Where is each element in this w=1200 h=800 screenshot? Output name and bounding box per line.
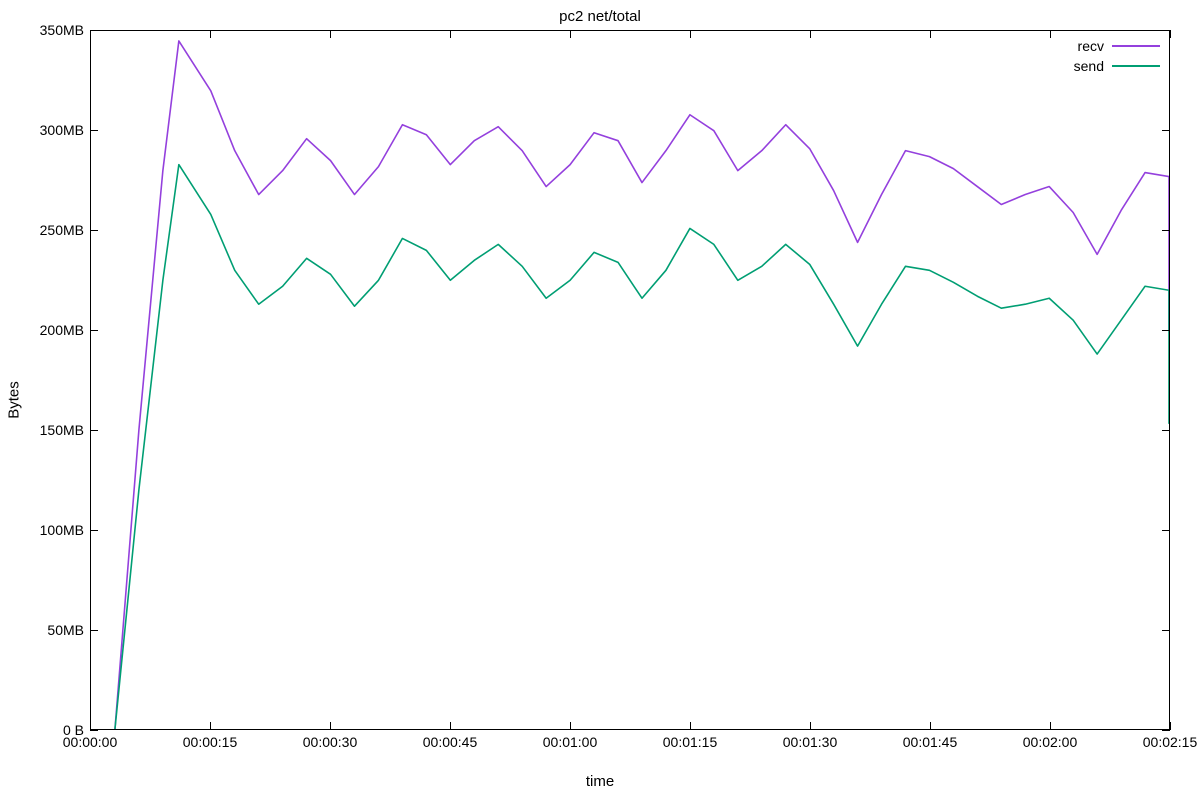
x-tick-mark bbox=[450, 722, 451, 730]
x-tick-mark bbox=[90, 722, 91, 730]
x-tick-label: 00:00:45 bbox=[423, 734, 478, 750]
x-tick-mark bbox=[450, 30, 451, 38]
y-tick-mark bbox=[90, 130, 98, 131]
legend-label-send: send bbox=[1074, 58, 1104, 74]
x-tick-mark bbox=[570, 722, 571, 730]
x-tick-label: 00:00:15 bbox=[183, 734, 238, 750]
chart-container: pc2 net/total Bytes time 0 B50MB100MB150… bbox=[0, 0, 1200, 800]
y-tick-mark bbox=[1162, 630, 1170, 631]
y-tick-mark bbox=[1162, 130, 1170, 131]
legend-swatch-send bbox=[1112, 65, 1160, 67]
x-tick-mark bbox=[930, 30, 931, 38]
y-tick-label: 250MB bbox=[0, 222, 84, 238]
x-tick-mark bbox=[810, 30, 811, 38]
x-tick-mark bbox=[90, 30, 91, 38]
y-tick-mark bbox=[90, 630, 98, 631]
x-tick-mark bbox=[570, 30, 571, 38]
x-tick-mark bbox=[810, 722, 811, 730]
y-tick-mark bbox=[90, 30, 98, 31]
y-tick-label: 300MB bbox=[0, 122, 84, 138]
chart-lines bbox=[91, 31, 1169, 729]
y-tick-mark bbox=[1162, 30, 1170, 31]
y-tick-mark bbox=[90, 330, 98, 331]
x-tick-mark bbox=[690, 722, 691, 730]
y-tick-label: 150MB bbox=[0, 422, 84, 438]
x-tick-mark bbox=[690, 30, 691, 38]
x-axis-label: time bbox=[586, 773, 614, 790]
x-tick-mark bbox=[1170, 30, 1171, 38]
legend-item-send: send bbox=[1074, 56, 1160, 76]
legend-label-recv: recv bbox=[1078, 38, 1104, 54]
plot-area bbox=[90, 30, 1170, 730]
y-tick-mark bbox=[1162, 330, 1170, 331]
y-tick-mark bbox=[90, 530, 98, 531]
y-tick-label: 200MB bbox=[0, 322, 84, 338]
x-tick-label: 00:02:00 bbox=[1023, 734, 1078, 750]
y-tick-mark bbox=[1162, 430, 1170, 431]
y-tick-mark bbox=[90, 230, 98, 231]
y-tick-mark bbox=[1162, 730, 1170, 731]
y-tick-mark bbox=[90, 730, 98, 731]
x-tick-mark bbox=[330, 722, 331, 730]
legend-swatch-recv bbox=[1112, 45, 1160, 47]
x-tick-label: 00:01:15 bbox=[663, 734, 718, 750]
x-tick-mark bbox=[210, 722, 211, 730]
x-tick-mark bbox=[1050, 30, 1051, 38]
x-tick-mark bbox=[1170, 722, 1171, 730]
x-tick-label: 00:00:00 bbox=[63, 734, 118, 750]
y-tick-mark bbox=[1162, 530, 1170, 531]
series-line-send bbox=[115, 165, 1169, 729]
x-tick-label: 00:02:15 bbox=[1143, 734, 1198, 750]
legend-item-recv: recv bbox=[1074, 36, 1160, 56]
x-tick-mark bbox=[1050, 722, 1051, 730]
x-tick-mark bbox=[330, 30, 331, 38]
x-axis-ticks: 00:00:0000:00:1500:00:3000:00:4500:01:00… bbox=[90, 734, 1170, 754]
x-tick-mark bbox=[930, 722, 931, 730]
x-tick-label: 00:01:00 bbox=[543, 734, 598, 750]
x-tick-label: 00:01:45 bbox=[903, 734, 958, 750]
x-tick-mark bbox=[210, 30, 211, 38]
y-tick-label: 100MB bbox=[0, 522, 84, 538]
y-axis-ticks: 0 B50MB100MB150MB200MB250MB300MB350MB bbox=[0, 30, 84, 730]
series-line-recv bbox=[115, 41, 1169, 729]
x-tick-label: 00:00:30 bbox=[303, 734, 358, 750]
y-tick-label: 50MB bbox=[0, 622, 84, 638]
legend: recv send bbox=[1074, 36, 1160, 76]
x-tick-label: 00:01:30 bbox=[783, 734, 838, 750]
y-tick-mark bbox=[1162, 230, 1170, 231]
chart-title: pc2 net/total bbox=[0, 8, 1200, 25]
y-tick-mark bbox=[90, 430, 98, 431]
y-tick-label: 350MB bbox=[0, 22, 84, 38]
